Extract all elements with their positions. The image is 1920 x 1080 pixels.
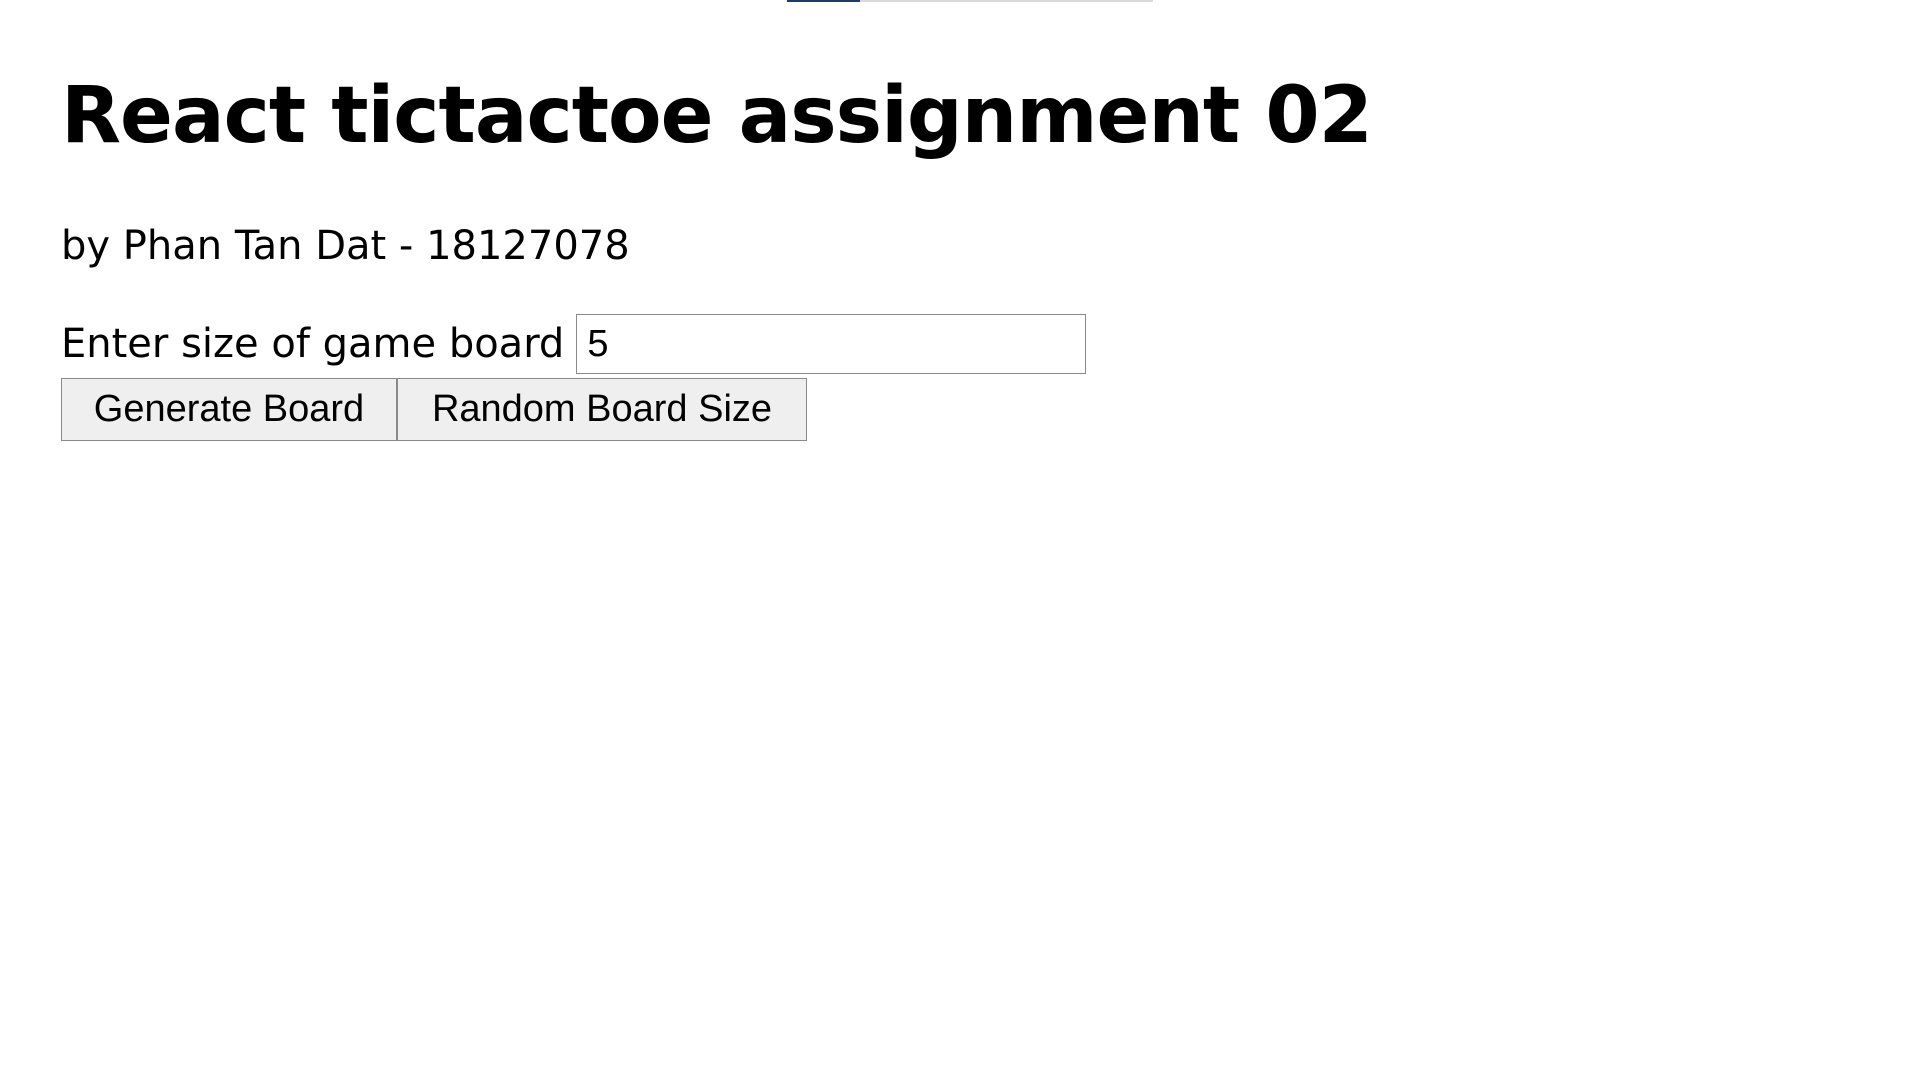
page-title: React tictactoe assignment 02 [61,71,1373,161]
action-buttons: Generate Board Random Board Size [61,378,807,441]
loading-progress-bar [787,0,1153,2]
random-board-size-button[interactable]: Random Board Size [397,378,807,441]
board-size-label: Enter size of game board [61,321,565,367]
board-size-row: Enter size of game board [61,314,1087,374]
author-line: by Phan Tan Dat - 18127078 [61,223,630,269]
generate-board-button[interactable]: Generate Board [61,378,397,441]
loading-progress-fill [787,0,861,2]
board-size-input[interactable] [576,314,1087,374]
